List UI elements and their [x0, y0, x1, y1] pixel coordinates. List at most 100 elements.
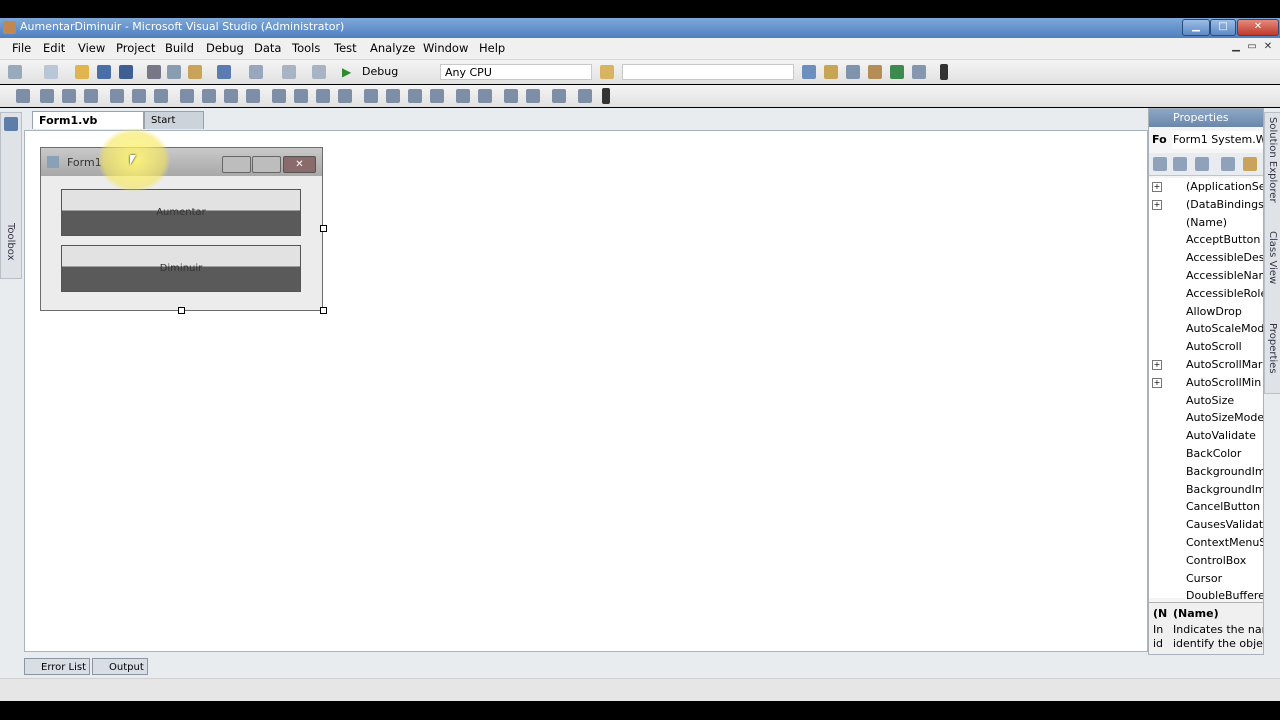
make-same-height-icon[interactable]	[224, 89, 238, 103]
decrease-horizontal-spacing-icon[interactable]	[316, 89, 330, 103]
mdi-restore-icon[interactable]: ▭	[1245, 41, 1259, 54]
remove-vertical-spacing-icon[interactable]	[430, 89, 444, 103]
property-row[interactable]: AccessibleNam	[1149, 267, 1263, 285]
menu-test[interactable]: Test	[334, 41, 357, 55]
find-combo[interactable]	[622, 64, 794, 80]
increase-vertical-spacing-icon[interactable]	[386, 89, 400, 103]
start-debugging-icon[interactable]: ▶	[342, 65, 356, 79]
menu-file[interactable]: File	[12, 41, 31, 55]
menu-help[interactable]: Help	[479, 41, 505, 55]
resize-handle-right[interactable]	[320, 225, 327, 232]
property-row[interactable]: AutoSize	[1149, 392, 1263, 410]
align-centers-icon[interactable]	[62, 89, 76, 103]
maximize-button[interactable]: □	[1210, 19, 1236, 36]
bring-to-front-icon[interactable]	[504, 89, 518, 103]
increase-horizontal-spacing-icon[interactable]	[294, 89, 308, 103]
undo-icon[interactable]	[217, 65, 231, 79]
menu-window[interactable]: Window	[423, 41, 468, 55]
property-row[interactable]: AccessibleRole	[1149, 285, 1263, 303]
horizontal-spacing-equal-icon[interactable]	[272, 89, 286, 103]
diminuir-button[interactable]: Diminuir	[61, 245, 301, 292]
navigate-backward-icon[interactable]	[282, 65, 296, 79]
solution-platform-select[interactable]: Any CPU	[440, 64, 592, 80]
mdi-minimize-icon[interactable]: ▁	[1229, 41, 1243, 54]
menu-tools[interactable]: Tools	[292, 41, 320, 55]
tab-class-view[interactable]: Class View	[1267, 231, 1278, 284]
cut-icon[interactable]	[147, 65, 161, 79]
toolbar-options-icon[interactable]	[940, 64, 948, 80]
alphabetical-icon[interactable]	[1173, 157, 1187, 171]
sort-az-icon[interactable]	[1195, 157, 1209, 171]
open-file-icon[interactable]	[75, 65, 89, 79]
minimize-button[interactable]: ▁	[1182, 19, 1210, 36]
menu-project[interactable]: Project	[116, 41, 155, 55]
decrease-vertical-spacing-icon[interactable]	[408, 89, 422, 103]
size-to-grid-icon[interactable]	[202, 89, 216, 103]
tab-form1-design[interactable]: Form1.vb [Design]*	[32, 111, 144, 145]
center-horizontally-icon[interactable]	[456, 89, 470, 103]
server-explorer-icon[interactable]	[4, 117, 18, 131]
tab-error-list[interactable]: Error List	[24, 658, 90, 675]
object-browser-icon[interactable]	[846, 65, 860, 79]
close-button[interactable]: ✕	[1237, 19, 1279, 36]
property-row[interactable]: BackgroundIm	[1149, 481, 1263, 499]
toolbox-icon[interactable]	[868, 65, 882, 79]
paste-icon[interactable]	[188, 65, 202, 79]
vertical-spacing-equal-icon[interactable]	[364, 89, 378, 103]
property-row[interactable]: AcceptButton	[1149, 231, 1263, 249]
events-icon[interactable]	[1243, 157, 1257, 171]
property-row[interactable]: AutoSizeMode	[1149, 409, 1263, 427]
navigate-forward-icon[interactable]	[312, 65, 326, 79]
menu-analyze[interactable]: Analyze	[370, 41, 415, 55]
align-rights-icon[interactable]	[84, 89, 98, 103]
redo-icon[interactable]	[249, 65, 263, 79]
expand-icon[interactable]: +	[1152, 360, 1162, 370]
copy-icon[interactable]	[167, 65, 181, 79]
property-row[interactable]: (Name)	[1149, 214, 1263, 232]
property-row[interactable]: AutoValidate	[1149, 427, 1263, 445]
menu-debug[interactable]: Debug	[206, 41, 244, 55]
tab-properties[interactable]: Properties	[1267, 323, 1278, 374]
aumentar-button[interactable]: Aumentar	[61, 189, 301, 236]
categorized-icon[interactable]	[1153, 157, 1167, 171]
align-middles-icon[interactable]	[132, 89, 146, 103]
property-row[interactable]: ContextMenuS	[1149, 534, 1263, 552]
property-row[interactable]: AllowDrop	[1149, 303, 1263, 321]
property-row[interactable]: + AutoScrollMar	[1149, 356, 1263, 374]
center-vertically-icon[interactable]	[478, 89, 492, 103]
tab-solution-explorer[interactable]: Solution Explorer	[1267, 117, 1278, 203]
property-row[interactable]: CancelButton	[1149, 498, 1263, 516]
menu-data[interactable]: Data	[254, 41, 281, 55]
align-lefts-icon[interactable]	[40, 89, 54, 103]
align-tops-icon[interactable]	[110, 89, 124, 103]
property-row[interactable]: AccessibleDesc	[1149, 249, 1263, 267]
toolbox-strip[interactable]: Toolbox	[0, 112, 22, 279]
form1-window[interactable]: Form1 ✕ Aumentar Diminuir	[40, 147, 323, 311]
property-row[interactable]: + (DataBindings)	[1149, 196, 1263, 214]
resize-handle-bottom[interactable]	[178, 307, 185, 314]
properties-window-icon[interactable]	[824, 65, 838, 79]
tab-output[interactable]: Output	[92, 658, 148, 675]
solution-explorer-icon[interactable]	[802, 65, 816, 79]
expand-icon[interactable]: +	[1152, 377, 1162, 388]
object-selector[interactable]: Form1 System.W	[1172, 131, 1263, 149]
tab-order-icon[interactable]	[552, 89, 566, 103]
save-all-icon[interactable]	[119, 65, 133, 79]
send-to-back-icon[interactable]	[526, 89, 540, 103]
make-same-size-icon[interactable]	[246, 89, 260, 103]
save-icon[interactable]	[97, 65, 111, 79]
solution-configuration-select[interactable]: Debug	[358, 64, 426, 80]
expand-icon[interactable]: +	[1152, 199, 1162, 210]
menu-view[interactable]: View	[78, 41, 105, 55]
property-row[interactable]: Cursor	[1149, 570, 1263, 588]
menu-edit[interactable]: Edit	[43, 41, 65, 55]
start-page-icon[interactable]	[890, 65, 904, 79]
property-row[interactable]: BackgroundIm	[1149, 463, 1263, 481]
more-windows-icon[interactable]	[912, 65, 926, 79]
property-row[interactable]: + (ApplicationSe	[1149, 178, 1263, 196]
remove-horizontal-spacing-icon[interactable]	[338, 89, 352, 103]
properties-view-icon[interactable]	[1221, 157, 1235, 171]
menu-build[interactable]: Build	[165, 41, 194, 55]
align-to-grid-icon[interactable]	[16, 89, 30, 103]
align-bottoms-icon[interactable]	[154, 89, 168, 103]
